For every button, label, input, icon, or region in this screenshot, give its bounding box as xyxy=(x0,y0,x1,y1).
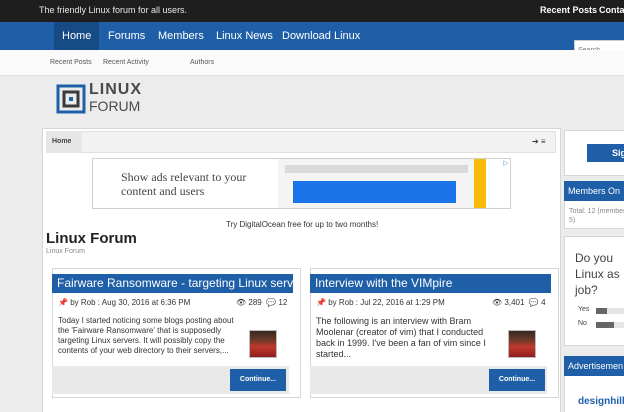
thread-excerpt: Today I started noticing some blogs post… xyxy=(58,316,234,355)
nav-forums[interactable]: Forums xyxy=(100,22,153,50)
recent-posts-link[interactable]: Recent Posts xyxy=(540,5,597,15)
contact-link[interactable]: Contac xyxy=(599,5,624,15)
poll-option-yes[interactable]: Yes xyxy=(578,306,589,313)
page-title: Linux Forum xyxy=(46,230,137,247)
ad-graphic-bar xyxy=(285,165,468,173)
promo-text[interactable]: Try DigitalOcean free for up to two mont… xyxy=(226,220,378,229)
ad-graphic-panel xyxy=(293,181,456,203)
subnav-authors[interactable]: Authors xyxy=(190,59,214,66)
ad-choices-icon[interactable]: ▷ xyxy=(503,159,508,167)
top-bar: The friendly Linux forum for all users. … xyxy=(0,0,624,22)
advertisement-heading: Advertisemen xyxy=(564,356,624,376)
subnav-recent-posts[interactable]: Recent Posts xyxy=(50,59,92,66)
thread-author[interactable]: Rob xyxy=(339,298,354,307)
views-icon: 👁 xyxy=(236,298,247,307)
thread-author[interactable]: Rob xyxy=(81,298,96,307)
thread-date: Aug 30, 2016 at 6:36 PM xyxy=(101,298,191,307)
page-subtitle: Linux Forum xyxy=(46,248,85,255)
thread-meta: 📌 by Rob : Aug 30, 2016 at 6:36 PM xyxy=(58,298,191,307)
nav-home[interactable]: Home xyxy=(54,22,99,50)
advert-logo[interactable]: designhill xyxy=(578,396,624,407)
poll-question: Do you Linux as job? xyxy=(575,251,620,297)
thread-stats: 👁 289 💬 12 xyxy=(236,298,287,307)
members-online-heading: Members On xyxy=(564,181,624,201)
sub-nav: Recent Posts Recent Activity Authors xyxy=(0,50,624,76)
logo-text-linux: LINUX xyxy=(89,81,142,98)
thread-date: Jul 22, 2016 at 1:29 PM xyxy=(360,298,445,307)
sign-up-button[interactable]: Sig xyxy=(587,144,624,162)
thread-views: 289 xyxy=(248,298,262,307)
poll-fill-no xyxy=(596,322,614,328)
views-icon: 👁 xyxy=(492,298,503,307)
breadcrumb-bar xyxy=(46,131,556,153)
avatar[interactable] xyxy=(249,330,277,358)
pin-icon: 📌 xyxy=(58,298,68,307)
members-online-text: Total: 12 (member 5) xyxy=(569,208,624,224)
main-nav: Home Forums Members Linux News Download … xyxy=(0,22,624,50)
thread-title[interactable]: Fairware Ransomware - targeting Linux se… xyxy=(52,274,293,293)
thread-stats: 👁 3,401 💬 4 xyxy=(492,298,546,307)
ad-graphic-accent xyxy=(474,159,486,208)
thread-excerpt: The following is an interview with Bram … xyxy=(316,316,486,359)
thread-meta: 📌 by Rob : Jul 22, 2016 at 1:29 PM xyxy=(316,298,445,307)
nav-members[interactable]: Members xyxy=(150,22,212,50)
poll-option-no[interactable]: No xyxy=(578,320,587,327)
thread-title[interactable]: Interview with the VIMpire xyxy=(310,274,551,293)
nav-linux-news[interactable]: Linux News xyxy=(208,22,281,50)
breadcrumb-menu-icon[interactable]: ➔ ≡ xyxy=(532,137,546,146)
replies-icon: 💬 xyxy=(266,298,277,307)
pin-icon: 📌 xyxy=(316,298,326,307)
site-tagline: The friendly Linux forum for all users. xyxy=(39,5,188,15)
thread-replies: 12 xyxy=(278,298,288,307)
nav-download-linux[interactable]: Download Linux xyxy=(274,22,368,50)
breadcrumb-home[interactable]: Home xyxy=(46,131,82,153)
avatar[interactable] xyxy=(508,330,536,358)
thread-views: 3,401 xyxy=(504,298,525,307)
logo-text-forum: FORUM xyxy=(89,98,141,114)
poll-fill-yes xyxy=(596,308,607,314)
ad-text: Show ads relevant to your content and us… xyxy=(121,170,247,198)
replies-icon: 💬 xyxy=(528,298,539,307)
continue-button[interactable]: Continue... xyxy=(230,369,286,391)
thread-replies: 4 xyxy=(541,298,546,307)
subnav-recent-activity[interactable]: Recent Activity xyxy=(103,59,149,66)
continue-button[interactable]: Continue... xyxy=(489,369,545,391)
